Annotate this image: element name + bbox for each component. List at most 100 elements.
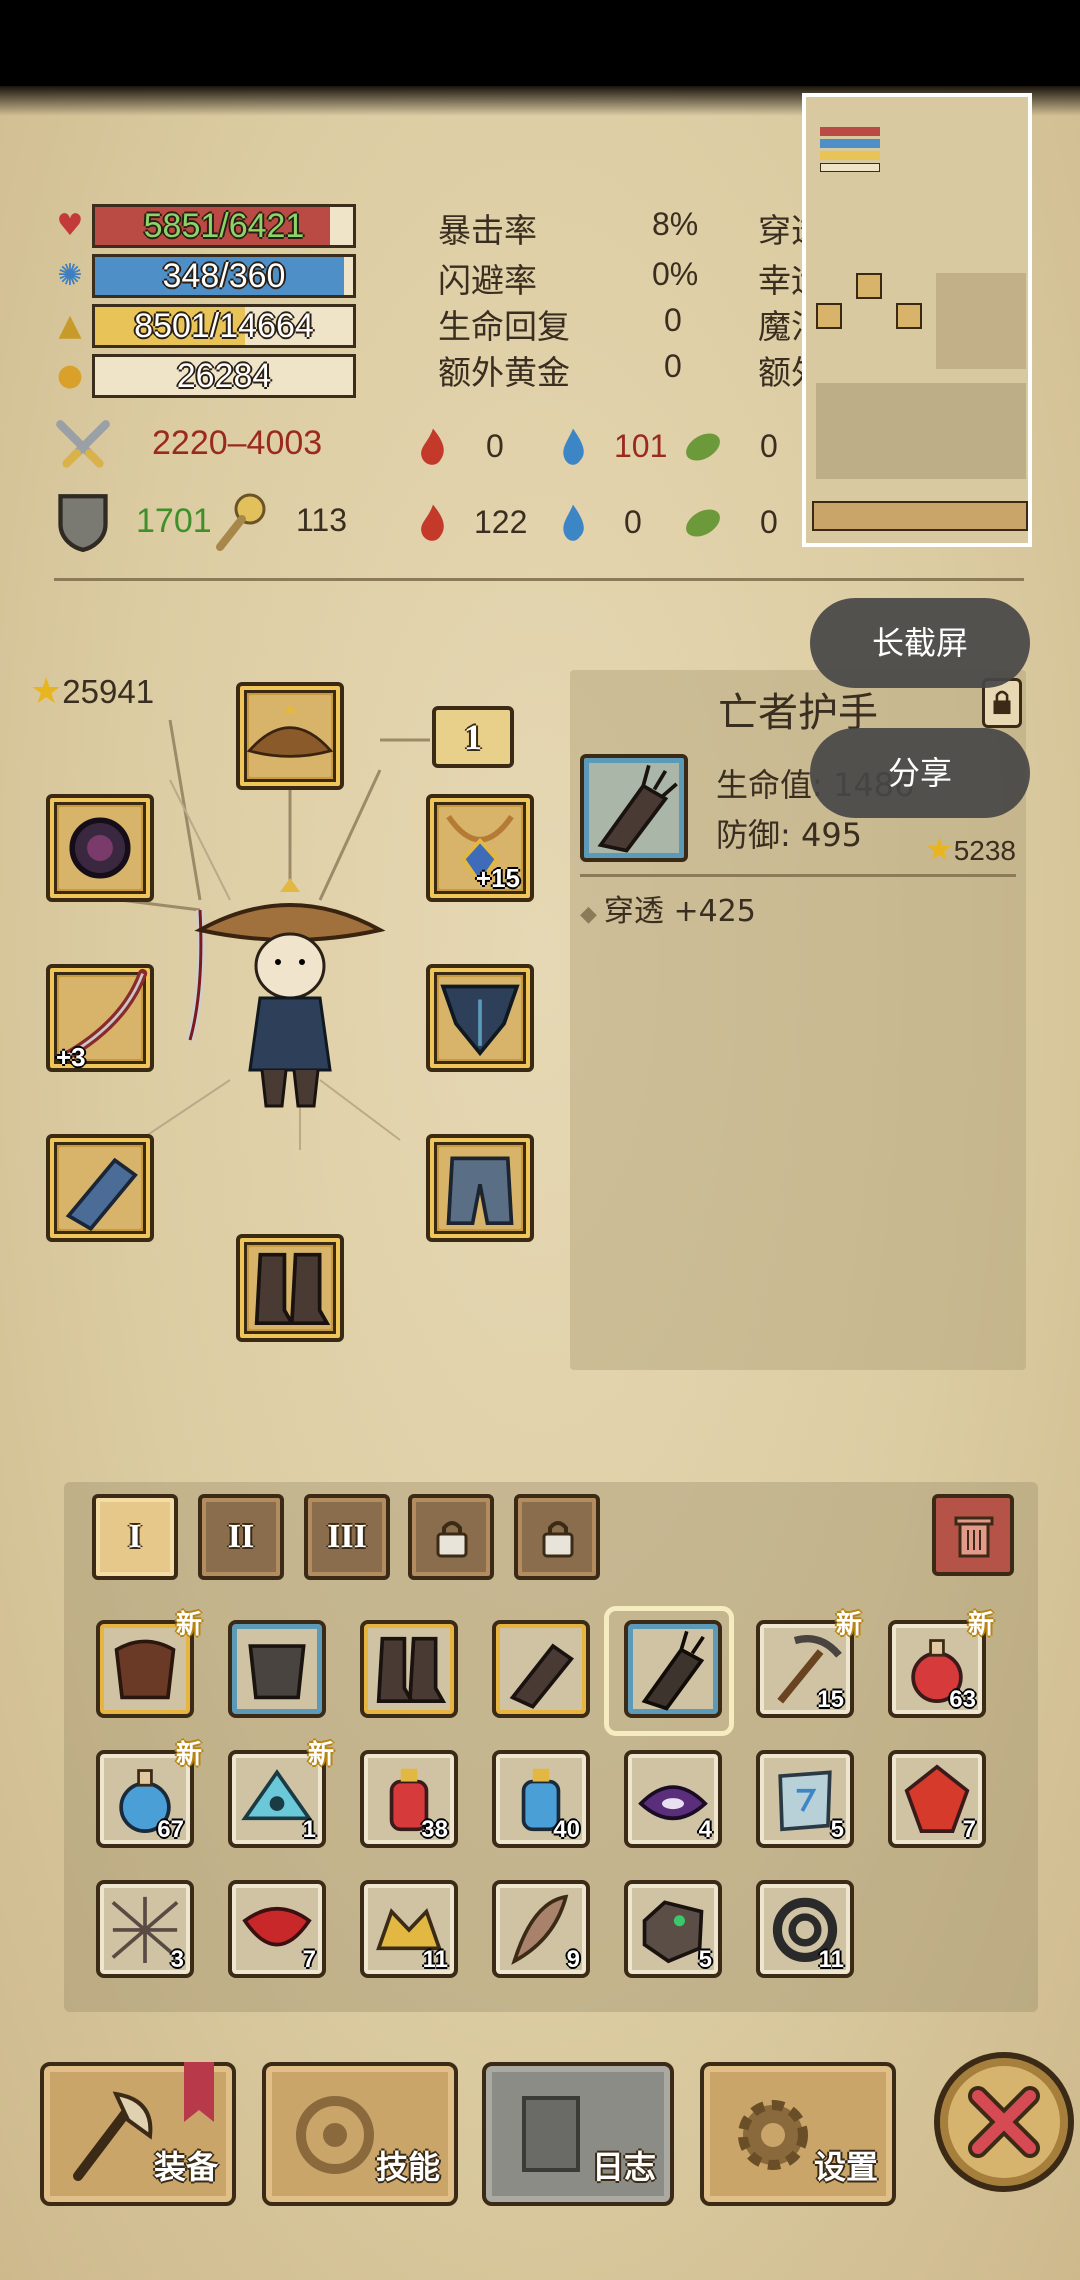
inventory-slot[interactable]: 3 [96,1880,194,1978]
item-detail-bonus-text: 穿透 +425 [603,894,756,929]
status-bar [0,0,1080,86]
claw-gauntlet-detail-icon [597,764,678,853]
inventory-slot[interactable] [624,1620,722,1718]
tab-bag-2-label: II [227,1518,255,1555]
inventory-slot[interactable]: 9 [492,1880,590,1978]
item-detail-bonus: ◆ 穿透 +425 [580,886,756,930]
water-defense-value: 0 [624,504,642,540]
gauntlet-icon [509,1643,574,1709]
gold-text: 26284 [176,357,272,395]
share-button[interactable]: 分享 [810,728,1030,818]
inventory-slot[interactable]: 新 [96,1610,202,1718]
exp-icon: ▲ [58,308,82,343]
nav-skills-button[interactable]: 技能 [262,2062,458,2206]
nav-log-label: 日志 [591,2148,656,2186]
inventory-slot[interactable]: 7 [228,1880,326,1978]
hero-level-badge: 1 [432,706,514,768]
tab-bag-1[interactable]: I [92,1494,178,1580]
item-count: 4 [698,1816,712,1843]
nav-skills-label: 技能 [375,2148,440,2186]
mini-exp-bar [820,151,880,160]
item-detail-power: ★5238 [925,830,1016,868]
crossed-swords-icon [56,420,110,468]
item-detail-power-value: 5238 [953,835,1016,866]
gold-coins-icon: ● [56,358,84,393]
close-button[interactable] [934,2052,1074,2192]
active-bookmark [184,2062,214,2122]
mini-mana-bar [820,139,880,148]
new-badge: 新 [967,1610,994,1640]
item-count: 63 [949,1686,976,1713]
screenshot-thumbnail[interactable] [802,93,1032,547]
mini-gold-bar [820,163,880,172]
inventory-slot[interactable] [492,1620,590,1718]
inventory-slot[interactable]: 67 新 [96,1740,202,1848]
inventory-slot[interactable]: 4 [624,1750,722,1848]
item-count: 3 [170,1946,184,1973]
mana-text: 348/360 [162,257,286,295]
inventory-slot[interactable] [228,1620,326,1718]
item-count: 9 [566,1946,580,1973]
water-attack-value: 101 [614,428,668,464]
nav-log-button[interactable]: 日志 [482,2062,674,2206]
hp-bar: 5851/6421 [92,204,356,248]
hero-character[interactable] [170,870,410,1120]
mini-inventory [816,383,1026,479]
item-count: 11 [422,1946,448,1973]
weapon-level: +3 [56,1042,86,1072]
mana-icon: ✺ [57,258,83,293]
item-power-star-icon: ★ [925,831,954,867]
inventory-slot[interactable]: 7 [888,1750,986,1848]
dark-armor-slot-icon [440,984,520,1057]
item-detail-defense: 防御: 495 [716,816,863,854]
mini-nav [812,501,1028,531]
ring-slot[interactable] [46,794,154,902]
helmet-slot[interactable] [236,682,344,790]
mini-hp-bar [820,127,880,136]
defense-value: 1701 [136,502,212,540]
water-attack-icon [563,428,584,465]
pants-slot[interactable] [426,1134,534,1242]
inventory-slot[interactable]: 63 新 [888,1610,994,1718]
crit-value: 8% [652,206,699,242]
hp-text: 5851/6421 [143,207,305,245]
gloves-slot[interactable] [46,1134,154,1242]
tab-bag-2[interactable]: II [198,1494,284,1580]
dodge-label: 闪避率 [438,261,537,300]
inventory-slot[interactable]: 15 新 [756,1610,862,1718]
new-badge: 新 [835,1610,862,1640]
skill-ring-icon [296,2096,374,2174]
nav-equip-button[interactable]: 装备 [40,2062,236,2206]
pants-icon [446,1156,514,1226]
inventory-slot[interactable]: 5 [756,1750,854,1848]
item-count: 7 [962,1816,976,1843]
tab-bag-locked-1[interactable] [408,1494,494,1580]
inventory-slot[interactable]: 1新 [228,1740,334,1848]
boots-slot[interactable] [236,1234,344,1342]
item-count: 38 [421,1816,448,1843]
mana-bar: 348/360 [92,254,356,298]
armor-slot[interactable] [426,964,534,1072]
inventory-slot[interactable]: 5 [624,1880,722,1978]
water-defense-icon [563,504,584,541]
necklace-slot[interactable]: +15 [426,794,534,902]
tab-bag-locked-2[interactable] [514,1494,600,1580]
bracer-icon [65,1157,138,1232]
item-count: 67 [157,1816,184,1843]
dodge-value: 0% [652,256,699,292]
boots-icon [376,1636,447,1703]
inventory-slot[interactable] [360,1620,458,1718]
weapon-slot[interactable]: +3 [46,964,154,1072]
trash-button[interactable] [932,1494,1014,1576]
item-detail-separator [580,874,1016,877]
long-screenshot-button[interactable]: 长截屏 [810,598,1030,688]
nav-settings-button[interactable]: 设置 [700,2062,896,2206]
item-count: 1 [302,1816,316,1843]
fire-defense-value: 122 [474,504,528,540]
fire-attack-icon [421,428,444,465]
inventory-slot[interactable]: 40 [492,1750,590,1848]
tab-bag-3[interactable]: III [304,1494,390,1580]
inventory-slot[interactable]: 11 [756,1880,854,1978]
inventory-slot[interactable]: 38 [360,1750,458,1848]
inventory-slot[interactable]: 11 [360,1880,458,1978]
